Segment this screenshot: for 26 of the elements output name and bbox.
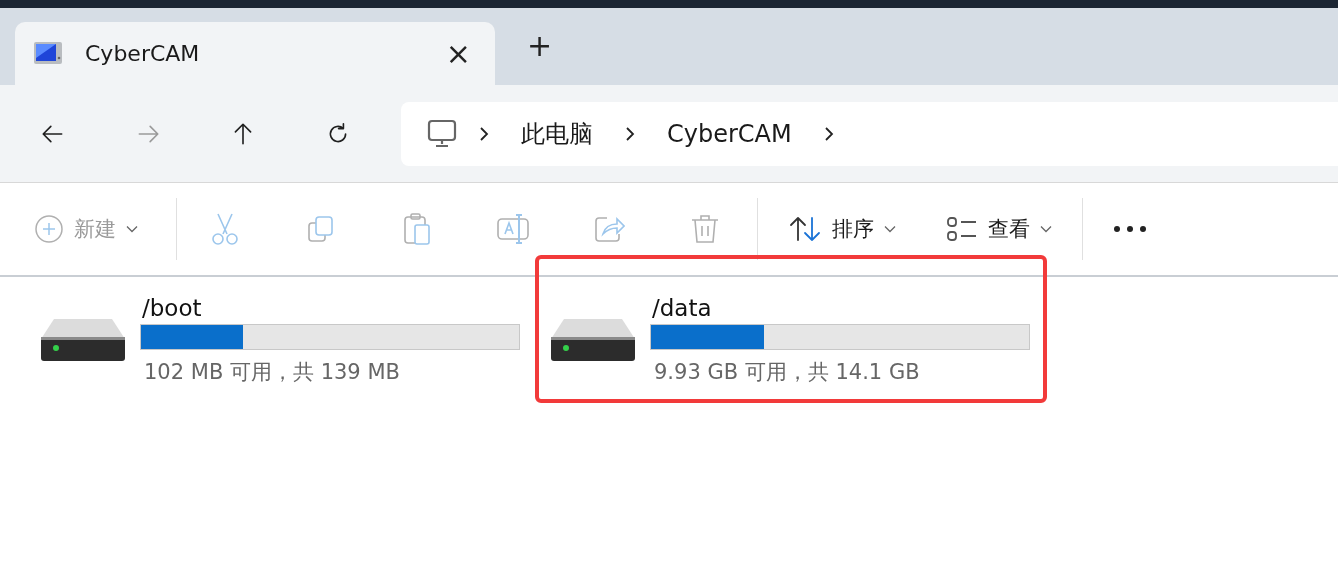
hard-drive-icon xyxy=(40,317,126,363)
tab-title: CyberCAM xyxy=(85,41,201,66)
view-button[interactable]: 查看 xyxy=(946,204,1052,254)
computer-icon xyxy=(427,118,457,149)
plus-circle-icon xyxy=(34,214,64,244)
hard-drive-icon xyxy=(550,317,636,363)
close-tab-button[interactable]: × xyxy=(439,36,477,71)
chevron-down-icon xyxy=(884,225,896,233)
breadcrumb[interactable]: CyberCAM xyxy=(667,119,792,148)
address-bar[interactable]: 此电脑 CyberCAM xyxy=(401,101,1338,166)
free-space-text: 9.93 GB 可用，共 14.1 GB xyxy=(654,359,921,386)
chevron-down-icon xyxy=(126,225,138,233)
chevron-right-icon xyxy=(479,125,489,142)
more-icon xyxy=(1113,225,1147,233)
breadcrumb[interactable]: 此电脑 xyxy=(521,117,593,150)
sort-arrows-icon xyxy=(788,215,822,243)
list-view-icon xyxy=(946,216,978,242)
sort-button[interactable]: 排序 xyxy=(788,204,896,254)
chevron-right-icon xyxy=(625,125,635,142)
free-space-text: 102 MB 可用，共 139 MB xyxy=(144,359,401,386)
drive-name: /boot xyxy=(142,295,203,321)
chevron-down-icon xyxy=(1040,225,1052,233)
tab[interactable]: CyberCAM × xyxy=(15,22,495,85)
drive-name: /data xyxy=(652,295,713,321)
chevron-right-icon xyxy=(823,125,834,142)
new-tab-button[interactable]: + xyxy=(527,28,553,63)
